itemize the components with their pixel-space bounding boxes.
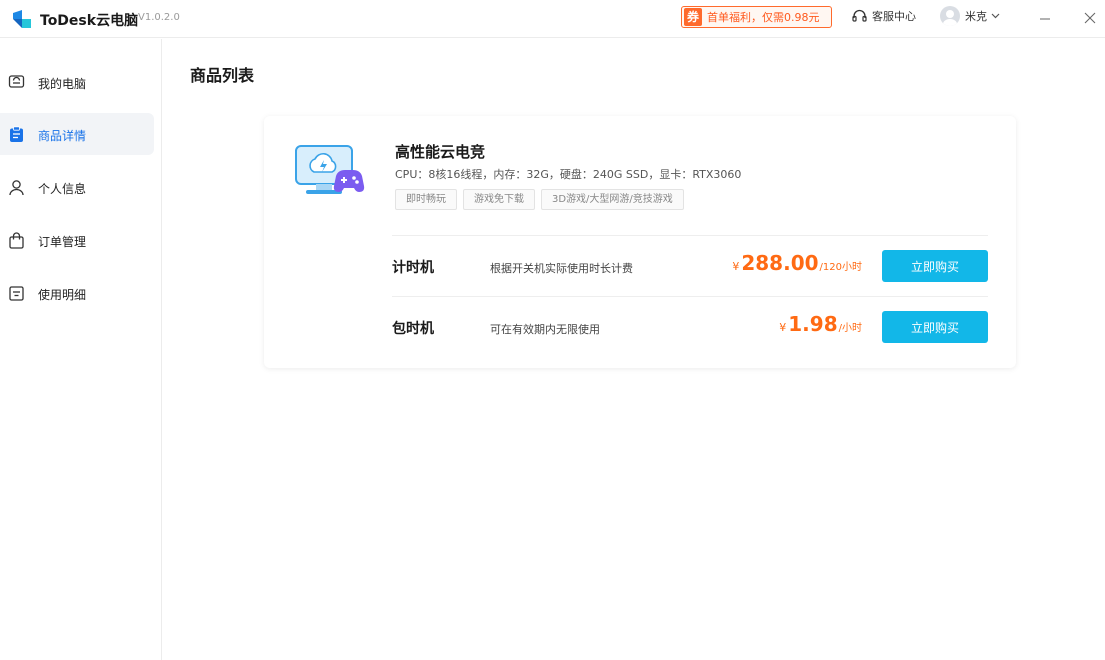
monitor-icon <box>8 75 25 88</box>
plan-row-timed: 计时机 根据开关机实际使用时长计费 ¥ 288.00 /120小时 立即购买 <box>392 235 988 297</box>
plan-title: 计时机 <box>392 260 434 276</box>
sidebar-item-my-computer[interactable]: 我的电脑 <box>0 61 154 103</box>
product-name: 高性能云电竞 <box>395 143 486 161</box>
product-spec: CPU：8核16线程，内存：32G，硬盘：240G SSD，显卡：RTX3060 <box>395 168 742 181</box>
user-name: 米克 <box>965 10 987 23</box>
product-tag: 游戏免下载 <box>463 189 535 210</box>
close-icon[interactable] <box>1082 10 1098 26</box>
avatar <box>940 6 960 26</box>
sidebar-item-order-management[interactable]: 订单管理 <box>0 219 154 261</box>
price-unit: /小时 <box>838 323 862 334</box>
sidebar-item-personal-info[interactable]: 个人信息 <box>0 166 154 208</box>
support-center-button[interactable]: 客服中心 <box>852 8 916 24</box>
plan-row-hourly: 包时机 可在有效期内无限使用 ¥ 1.98 /小时 立即购买 <box>392 297 988 359</box>
buy-now-button[interactable]: 立即购买 <box>882 250 988 282</box>
product-tag: 即时畅玩 <box>395 189 457 210</box>
minimize-icon[interactable] <box>1038 12 1052 26</box>
plan-description: 可在有效期内无限使用 <box>490 323 600 336</box>
plan-price: ¥ 1.98 /小时 <box>779 312 862 336</box>
sidebar: 我的电脑 商品详情 个人信息 订单管理 使用明细 <box>0 39 162 660</box>
app-name: ToDesk云电脑 <box>40 13 139 29</box>
sidebar-item-product-details[interactable]: 商品详情 <box>0 113 154 155</box>
product-card: 高性能云电竞 CPU：8核16线程，内存：32G，硬盘：240G SSD，显卡：… <box>264 116 1016 368</box>
currency-symbol: ¥ <box>779 321 787 334</box>
sidebar-item-label: 商品详情 <box>38 129 87 143</box>
currency-symbol: ¥ <box>732 260 740 273</box>
person-icon <box>9 180 24 196</box>
price-amount: 1.98 <box>788 312 838 336</box>
product-tags: 即时畅玩 游戏免下载 3D游戏/大型网游/竞技游戏 <box>395 189 684 210</box>
product-tag: 3D游戏/大型网游/竞技游戏 <box>541 189 684 210</box>
sidebar-item-usage-details[interactable]: 使用明细 <box>0 272 154 314</box>
promo-banner[interactable]: 券 首单福利，仅需0.98元 <box>681 6 832 28</box>
chevron-down-icon <box>991 13 1000 19</box>
bag-icon <box>9 232 24 249</box>
plan-title: 包时机 <box>392 321 434 337</box>
sidebar-item-label: 我的电脑 <box>38 77 87 91</box>
coupon-icon: 券 <box>684 8 702 26</box>
sidebar-item-label: 使用明细 <box>38 288 87 302</box>
cloud-gaming-monitor-icon <box>295 145 365 194</box>
support-label: 客服中心 <box>872 10 916 23</box>
plan-description: 根据开关机实际使用时长计费 <box>490 262 633 275</box>
list-detail-icon <box>9 286 24 301</box>
price-unit: /120小时 <box>819 262 862 273</box>
sidebar-item-label: 个人信息 <box>38 182 87 196</box>
user-menu[interactable]: 米克 <box>940 6 1000 26</box>
promo-text: 首单福利，仅需0.98元 <box>707 11 820 24</box>
plan-price: ¥ 288.00 /120小时 <box>732 251 862 275</box>
sidebar-item-label: 订单管理 <box>38 235 87 249</box>
price-amount: 288.00 <box>741 251 819 275</box>
clipboard-icon <box>10 126 23 142</box>
headset-icon <box>852 9 867 22</box>
title-bar: ToDesk云电脑 V1.0.2.0 券 首单福利，仅需0.98元 客服中心 米… <box>0 0 1105 38</box>
todesk-logo-icon <box>13 10 31 28</box>
app-version: V1.0.2.0 <box>138 12 180 23</box>
buy-now-button[interactable]: 立即购买 <box>882 311 988 343</box>
page-title: 商品列表 <box>190 66 255 85</box>
